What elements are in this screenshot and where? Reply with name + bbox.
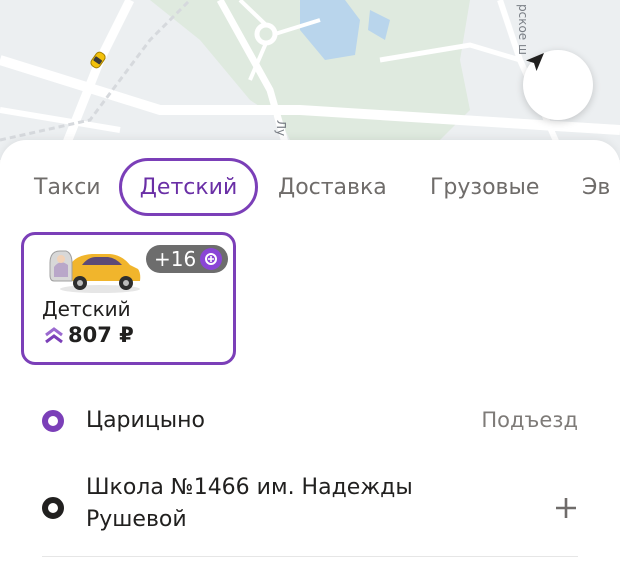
tariff-tabs: Такси Детский Доставка Грузовые Эв	[0, 158, 620, 216]
origin-dot-icon	[42, 410, 64, 432]
plus-points-icon	[200, 248, 223, 270]
destination-address-line1: Школа №1466 им. Надежды	[86, 475, 413, 500]
destination-dot-icon	[42, 497, 64, 519]
route-from-row[interactable]: Царицыно Подъезд	[0, 390, 620, 452]
tab-kids[interactable]: Детский	[119, 158, 258, 216]
add-stop-button[interactable]	[551, 493, 581, 523]
taxi-car-icon	[84, 46, 112, 74]
divider	[42, 556, 578, 557]
tariff-card-kids[interactable]: +16 Детский 807 ₽	[21, 232, 236, 365]
tariff-price-row: 807 ₽	[44, 323, 134, 347]
order-sheet: Такси Детский Доставка Грузовые Эв +16 Д…	[0, 140, 620, 566]
origin-address: Царицыно	[86, 408, 206, 433]
map-view[interactable]: рское ш Лу	[0, 0, 620, 160]
entrance-button[interactable]: Подъезд	[481, 408, 578, 432]
tab-taxi[interactable]: Такси	[34, 158, 101, 216]
tab-cargo[interactable]: Грузовые	[430, 158, 539, 216]
child-seat-car-icon	[46, 241, 142, 295]
route-to-row[interactable]: Школа №1466 им. Надежды Рушевой	[0, 465, 620, 555]
tariff-name: Детский	[42, 297, 131, 321]
points-badge-value: +16	[154, 247, 197, 271]
tab-evacuation[interactable]: Эв	[582, 158, 610, 216]
navigation-arrow-icon	[526, 53, 544, 71]
tariff-price: 807 ₽	[68, 323, 134, 347]
locate-me-button[interactable]	[523, 50, 593, 120]
street-label-lu: Лу	[274, 120, 288, 137]
destination-address-line2: Рушевой	[86, 507, 187, 532]
surge-chevrons-icon	[45, 327, 63, 344]
plus-icon	[556, 498, 576, 518]
street-label-shosse: рское ш	[516, 4, 530, 55]
tab-delivery[interactable]: Доставка	[278, 158, 387, 216]
points-badge: +16	[146, 245, 229, 273]
